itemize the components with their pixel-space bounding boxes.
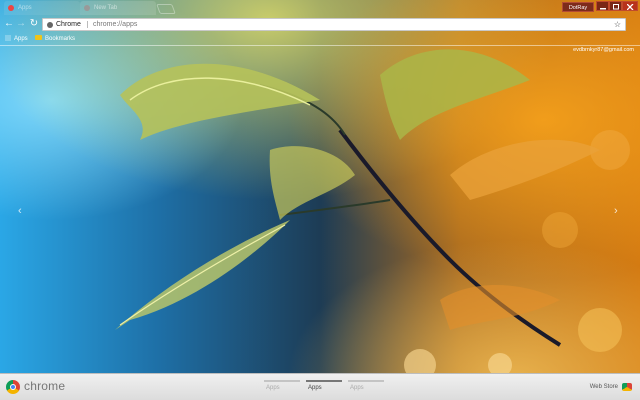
folder-icon bbox=[35, 35, 42, 40]
page-indicator-bar[interactable] bbox=[264, 380, 300, 382]
apps-grid-icon bbox=[5, 35, 11, 41]
footer-bar: chrome Apps Apps Apps Web Store bbox=[0, 373, 640, 400]
reload-icon: ↻ bbox=[29, 18, 39, 29]
forward-arrow-icon: → bbox=[16, 18, 26, 29]
page-indicator-bar[interactable] bbox=[348, 380, 384, 382]
omnibox-url: chrome://apps bbox=[93, 21, 138, 28]
footer-page-tab-active[interactable]: Apps bbox=[308, 385, 322, 391]
minimize-button[interactable] bbox=[596, 1, 609, 11]
web-store-link[interactable]: Web Store bbox=[590, 384, 618, 390]
chevron-left-icon: ‹ bbox=[18, 205, 22, 217]
omnibox-separator bbox=[87, 21, 88, 28]
footer-page-tab[interactable]: Apps bbox=[350, 385, 364, 391]
tab-apps[interactable]: Apps bbox=[4, 1, 80, 15]
chevron-right-icon: › bbox=[614, 205, 618, 217]
chrome-page-icon bbox=[47, 22, 53, 28]
maximize-button[interactable] bbox=[609, 1, 622, 11]
back-arrow-icon: ← bbox=[4, 18, 14, 29]
footer-page-tab[interactable]: Apps bbox=[266, 385, 280, 391]
bookmark-apps[interactable]: Apps bbox=[5, 33, 28, 45]
next-page-button[interactable]: › bbox=[614, 205, 618, 217]
back-button[interactable]: ← bbox=[4, 19, 14, 29]
tab-favicon-icon bbox=[8, 5, 14, 11]
tab-strip: Apps New Tab DotRay bbox=[0, 0, 640, 16]
forward-button[interactable]: → bbox=[16, 19, 26, 29]
bookmark-apps-label: Apps bbox=[14, 36, 28, 42]
tab-new-tab[interactable]: New Tab bbox=[80, 1, 156, 15]
minimize-icon bbox=[600, 8, 606, 10]
maximize-icon bbox=[613, 4, 619, 10]
bookmark-star-icon[interactable]: ☆ bbox=[614, 19, 621, 30]
chrome-brand: chrome bbox=[24, 379, 66, 393]
wallpaper bbox=[0, 0, 640, 400]
tab-favicon-icon bbox=[84, 5, 90, 11]
tab-label: New Tab bbox=[94, 5, 118, 11]
close-button[interactable] bbox=[622, 1, 638, 11]
profile-button[interactable]: DotRay bbox=[562, 2, 594, 12]
close-icon bbox=[627, 4, 634, 10]
tab-label: Apps bbox=[18, 5, 32, 11]
omnibox-host: Chrome bbox=[56, 21, 81, 28]
account-email[interactable]: evdbrnkyr87@gmail.com bbox=[573, 47, 634, 53]
omnibox[interactable]: Chrome chrome://apps ☆ bbox=[42, 18, 626, 31]
new-tab-button[interactable] bbox=[156, 4, 176, 14]
reload-button[interactable]: ↻ bbox=[29, 19, 39, 29]
page-indicator-bar-active[interactable] bbox=[306, 380, 342, 382]
chrome-logo-icon bbox=[6, 380, 20, 394]
bookmark-folder-label: Bookmarks bbox=[45, 36, 76, 42]
bookmark-folder[interactable]: Bookmarks bbox=[35, 33, 75, 45]
previous-page-button[interactable]: ‹ bbox=[18, 205, 22, 217]
bookmarks-bar: Apps Bookmarks bbox=[0, 33, 640, 46]
web-store-icon[interactable] bbox=[622, 383, 632, 391]
